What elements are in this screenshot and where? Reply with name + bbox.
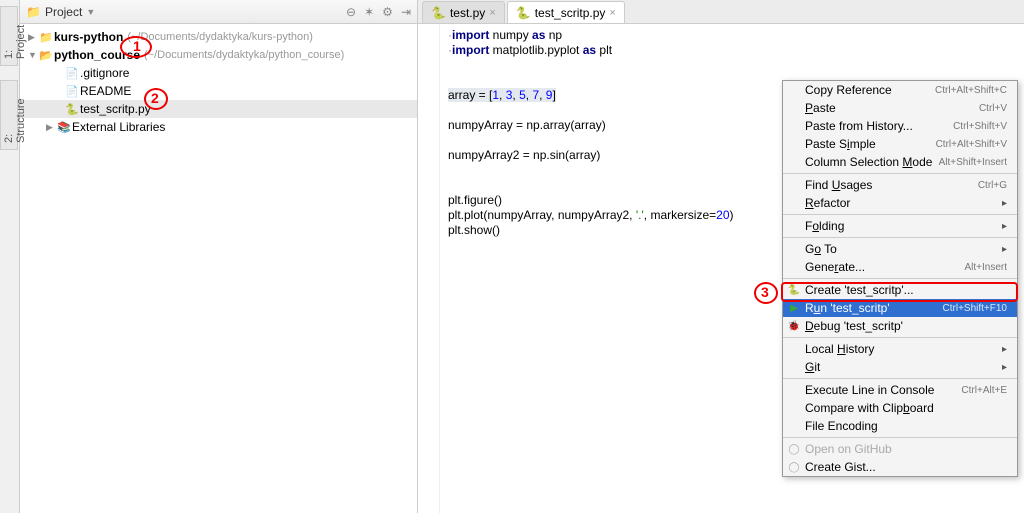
python-icon: 🐍: [787, 285, 801, 296]
menu-separator: [783, 378, 1017, 379]
menu-separator: [783, 437, 1017, 438]
tab-label: test.py: [450, 6, 485, 20]
menu-compare-clipboard[interactable]: Compare with Clipboard: [783, 399, 1017, 417]
menu-create[interactable]: 🐍Create 'test_scritp'...: [783, 281, 1017, 299]
editor-area: 🐍 test.py × 🐍 test_scritp.py × ·import n…: [418, 0, 1024, 513]
menu-find-usages[interactable]: Find UsagesCtrl+G: [783, 176, 1017, 194]
tree-file-gitignore[interactable]: 📄 .gitignore: [20, 64, 417, 82]
github-icon: ◯: [787, 462, 801, 473]
editor-context-menu: Copy ReferenceCtrl+Alt+Shift+C PasteCtrl…: [782, 80, 1018, 477]
tree-label: .gitignore: [80, 66, 129, 80]
menu-paste-simple[interactable]: Paste SimpleCtrl+Alt+Shift+V: [783, 135, 1017, 153]
menu-run[interactable]: ▶Run 'test_scritp'Ctrl+Shift+F10: [783, 299, 1017, 317]
file-icon: 📄: [64, 85, 80, 98]
close-icon[interactable]: ×: [489, 7, 495, 19]
tree-label: kurs-python: [54, 30, 123, 44]
menu-goto[interactable]: Go To▸: [783, 240, 1017, 258]
panel-title[interactable]: 📁 Project ▼: [26, 5, 340, 19]
panel-title-text: Project: [45, 5, 82, 19]
menu-generate[interactable]: Generate...Alt+Insert: [783, 258, 1017, 276]
library-icon: 📚: [56, 121, 72, 134]
tree-external-libraries[interactable]: ▶ 📚 External Libraries: [20, 118, 417, 136]
tree-label: External Libraries: [72, 120, 165, 134]
project-panel: 📁 Project ▼ ⊖ ✶ ⚙ ⇥ ▶ 📁 kurs-python (~/D…: [20, 0, 418, 513]
tree-file-test-scritp[interactable]: 🐍 test_scritp.py: [20, 100, 417, 118]
folder-icon: 📁: [38, 31, 54, 44]
tree-path: (~/Documents/dydaktyka/kurs-python): [127, 31, 313, 43]
arrow-down-icon: ▼: [28, 50, 38, 60]
arrow-right-icon: ▶: [28, 32, 38, 43]
project-tool-tab[interactable]: 1: Project: [0, 6, 18, 66]
hide-icon[interactable]: ⇥: [401, 5, 411, 19]
menu-local-history[interactable]: Local History▸: [783, 340, 1017, 358]
left-tab-strip: 1: Project 2: Structure: [0, 0, 20, 513]
structure-tool-tab[interactable]: 2: Structure: [0, 80, 18, 150]
tab-label: test_scritp.py: [535, 6, 606, 20]
run-icon: ▶: [787, 303, 801, 314]
project-tree: ▶ 📁 kurs-python (~/Documents/dydaktyka/k…: [20, 24, 417, 513]
editor-tab-bar: 🐍 test.py × 🐍 test_scritp.py ×: [418, 0, 1024, 24]
gutter: [418, 24, 440, 513]
menu-separator: [783, 278, 1017, 279]
menu-separator: [783, 214, 1017, 215]
tab-test-scritp-py[interactable]: 🐍 test_scritp.py ×: [507, 1, 625, 23]
tree-label: README: [80, 84, 131, 98]
menu-debug[interactable]: 🐞Debug 'test_scritp': [783, 317, 1017, 335]
python-file-icon: 🐍: [431, 6, 446, 20]
menu-open-github: ◯Open on GitHub: [783, 440, 1017, 458]
tree-label: python_course: [54, 48, 140, 62]
tree-label: test_scritp.py: [80, 102, 151, 116]
menu-file-encoding[interactable]: File Encoding: [783, 417, 1017, 435]
arrow-right-icon: ▶: [46, 122, 56, 133]
github-icon: ◯: [787, 444, 801, 455]
folder-icon: 📂: [38, 49, 54, 62]
menu-folding[interactable]: Folding▸: [783, 217, 1017, 235]
menu-separator: [783, 337, 1017, 338]
project-panel-header: 📁 Project ▼ ⊖ ✶ ⚙ ⇥: [20, 0, 417, 24]
chevron-down-icon: ▼: [86, 7, 95, 17]
python-file-icon: 🐍: [516, 6, 531, 20]
tree-root-kurs-python[interactable]: ▶ 📁 kurs-python (~/Documents/dydaktyka/k…: [20, 28, 417, 46]
menu-paste[interactable]: PasteCtrl+V: [783, 99, 1017, 117]
menu-refactor[interactable]: Refactor▸: [783, 194, 1017, 212]
menu-separator: [783, 173, 1017, 174]
folder-icon: 📁: [26, 5, 41, 19]
collapse-icon[interactable]: ⊖: [346, 5, 356, 19]
tree-file-readme[interactable]: 📄 README: [20, 82, 417, 100]
close-icon[interactable]: ×: [609, 7, 615, 19]
menu-create-gist[interactable]: ◯Create Gist...: [783, 458, 1017, 476]
file-icon: 📄: [64, 67, 80, 80]
python-file-icon: 🐍: [64, 103, 80, 116]
tree-root-python-course[interactable]: ▼ 📂 python_course (~/Documents/dydaktyka…: [20, 46, 417, 64]
tab-test-py[interactable]: 🐍 test.py ×: [422, 1, 505, 23]
menu-copy-reference[interactable]: Copy ReferenceCtrl+Alt+Shift+C: [783, 81, 1017, 99]
menu-column-selection[interactable]: Column Selection ModeAlt+Shift+Insert: [783, 153, 1017, 171]
menu-separator: [783, 237, 1017, 238]
tree-path: (~/Documents/dydaktyka/python_course): [144, 49, 344, 61]
gear-icon[interactable]: ⚙: [382, 5, 393, 19]
debug-icon: 🐞: [787, 321, 801, 332]
menu-paste-history[interactable]: Paste from History...Ctrl+Shift+V: [783, 117, 1017, 135]
menu-git[interactable]: Git▸: [783, 358, 1017, 376]
target-icon[interactable]: ✶: [364, 5, 374, 19]
menu-execute-console[interactable]: Execute Line in ConsoleCtrl+Alt+E: [783, 381, 1017, 399]
